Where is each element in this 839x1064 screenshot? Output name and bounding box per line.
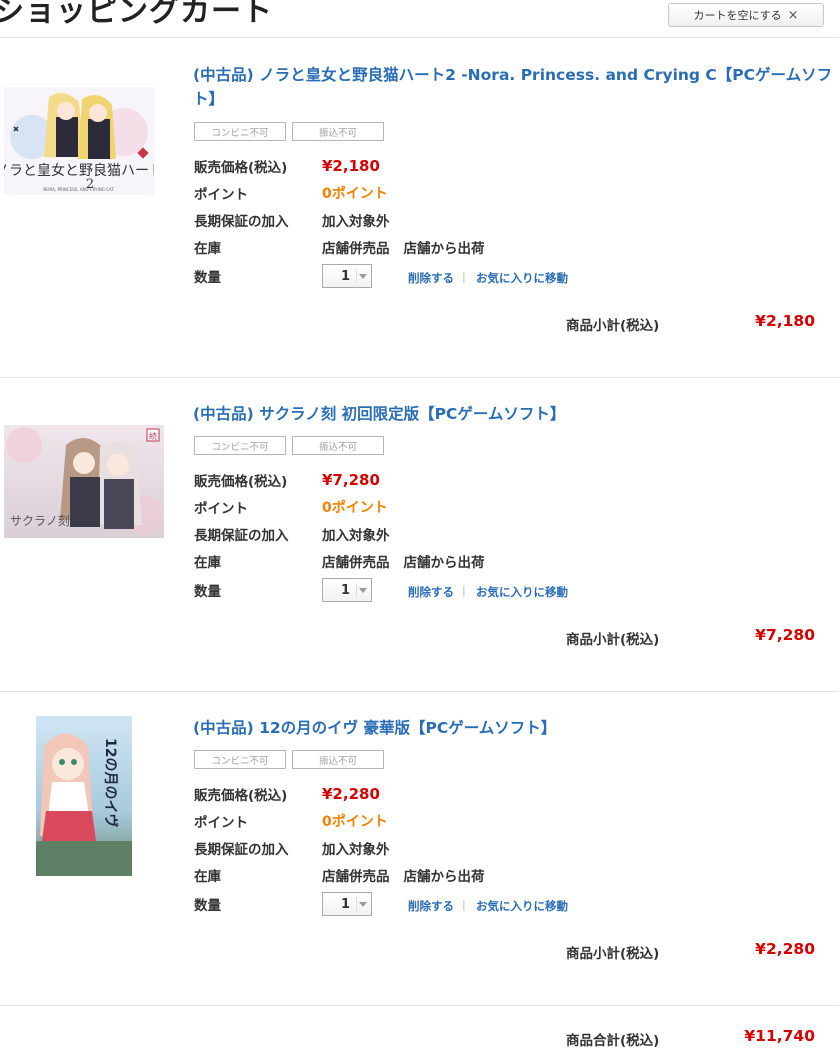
svg-text:サクラノ刻: サクラノ刻 (10, 514, 70, 528)
item-divider (0, 691, 839, 692)
stock-label: 在庫 (194, 241, 221, 257)
quantity-value: 1 (341, 582, 351, 598)
shipping-value: 店舗から出荷 (403, 555, 485, 571)
link-separator: | (462, 898, 466, 911)
price-label: 販売価格(税込) (194, 788, 288, 804)
product-image[interactable]: 12の月のイヴ (36, 716, 132, 876)
delete-link[interactable]: 削除する (408, 898, 454, 914)
point-value: 0ポイント (322, 814, 388, 830)
product-title-link[interactable]: (中古品) サクラノ刻 初回限定版【PCゲームソフト】 (193, 402, 833, 426)
stock-label: 在庫 (194, 869, 221, 885)
quantity-select[interactable]: 1 (322, 892, 372, 916)
quantity-value: 1 (341, 896, 351, 912)
point-value: 0ポイント (322, 186, 388, 202)
product-image[interactable]: 続 サクラノ刻 (4, 425, 164, 538)
stock-value: 店舗併売品 (322, 241, 390, 257)
delete-link[interactable]: 削除する (408, 270, 454, 286)
price-value: ¥2,180 (322, 157, 380, 175)
subtotal-value: ¥2,280 (755, 940, 815, 958)
quantity-select[interactable]: 1 (322, 578, 372, 602)
product-title-link[interactable]: (中古品) 12の月のイヴ 豪華版【PCゲームソフト】 (193, 716, 833, 740)
subtotal-label: 商品小計(税込) (566, 318, 660, 334)
quantity-value: 1 (341, 268, 351, 284)
price-label: 販売価格(税込) (194, 160, 288, 176)
move-to-favorites-link[interactable]: お気に入りに移動 (476, 584, 568, 600)
total-value: ¥11,740 (744, 1027, 815, 1045)
delete-link[interactable]: 削除する (408, 584, 454, 600)
convenience-unavailable-badge: コンビニ不可 (194, 122, 286, 141)
quantity-label: 数量 (194, 584, 221, 600)
quantity-label: 数量 (194, 270, 221, 286)
warranty-value: 加入対象外 (322, 842, 390, 858)
product-title-link[interactable]: (中古品) ノラと皇女と野良猫ハート2 -Nora. Princess. and… (193, 63, 833, 111)
price-value: ¥2,280 (322, 785, 380, 803)
svg-text:続: 続 (149, 431, 157, 441)
empty-cart-label: カートを空にする (693, 9, 782, 22)
stock-label: 在庫 (194, 555, 221, 571)
transfer-unavailable-badge: 振込不可 (292, 436, 384, 455)
chevron-down-icon (359, 274, 367, 279)
cover-art-2: 続 サクラノ刻 (4, 425, 164, 538)
price-label: 販売価格(税込) (194, 474, 288, 490)
price-value: ¥7,280 (322, 471, 380, 489)
warranty-label: 長期保証の加入 (194, 842, 289, 858)
move-to-favorites-link[interactable]: お気に入りに移動 (476, 270, 568, 286)
transfer-unavailable-badge: 振込不可 (292, 122, 384, 141)
shipping-value: 店舗から出荷 (403, 869, 485, 885)
item-divider (0, 1005, 839, 1006)
move-to-favorites-link[interactable]: お気に入りに移動 (476, 898, 568, 914)
header-divider (0, 37, 839, 38)
cover-art-1: ノラと皇女と野良猫ハート 2 NORA, PRINCESS, AND CRYIN… (4, 87, 154, 195)
warranty-label: 長期保証の加入 (194, 214, 289, 230)
subtotal-value: ¥2,180 (755, 312, 815, 330)
product-image[interactable]: ノラと皇女と野良猫ハート 2 NORA, PRINCESS, AND CRYIN… (4, 87, 154, 195)
point-label: ポイント (194, 187, 248, 203)
convenience-unavailable-badge: コンビニ不可 (194, 750, 286, 769)
point-label: ポイント (194, 501, 248, 517)
page-title: ショッピングカート (0, 0, 273, 29)
transfer-unavailable-badge: 振込不可 (292, 750, 384, 769)
item-divider (0, 377, 839, 378)
warranty-value: 加入対象外 (322, 528, 390, 544)
point-value: 0ポイント (322, 500, 388, 516)
link-separator: | (462, 270, 466, 283)
quantity-select[interactable]: 1 (322, 264, 372, 288)
empty-cart-button[interactable]: カートを空にする × (668, 3, 824, 27)
stock-value: 店舗併売品 (322, 555, 390, 571)
point-label: ポイント (194, 815, 248, 831)
chevron-down-icon (359, 588, 367, 593)
subtotal-value: ¥7,280 (755, 626, 815, 644)
total-label: 商品合計(税込) (566, 1033, 660, 1049)
svg-text:ノラと皇女と野良猫ハート: ノラと皇女と野良猫ハート (4, 162, 154, 179)
chevron-down-icon (359, 902, 367, 907)
svg-text:12の月のイヴ: 12の月のイヴ (102, 738, 119, 827)
subtotal-label: 商品小計(税込) (566, 946, 660, 962)
svg-text:NORA, PRINCESS, AND CRYING CAT: NORA, PRINCESS, AND CRYING CAT. (43, 187, 114, 192)
warranty-label: 長期保証の加入 (194, 528, 289, 544)
warranty-value: 加入対象外 (322, 214, 390, 230)
cover-art-3: 12の月のイヴ (36, 716, 132, 876)
subtotal-label: 商品小計(税込) (566, 632, 660, 648)
link-separator: | (462, 584, 466, 597)
shipping-value: 店舗から出荷 (403, 241, 485, 257)
stock-value: 店舗併売品 (322, 869, 390, 885)
quantity-label: 数量 (194, 898, 221, 914)
close-icon: × (787, 7, 799, 23)
convenience-unavailable-badge: コンビニ不可 (194, 436, 286, 455)
